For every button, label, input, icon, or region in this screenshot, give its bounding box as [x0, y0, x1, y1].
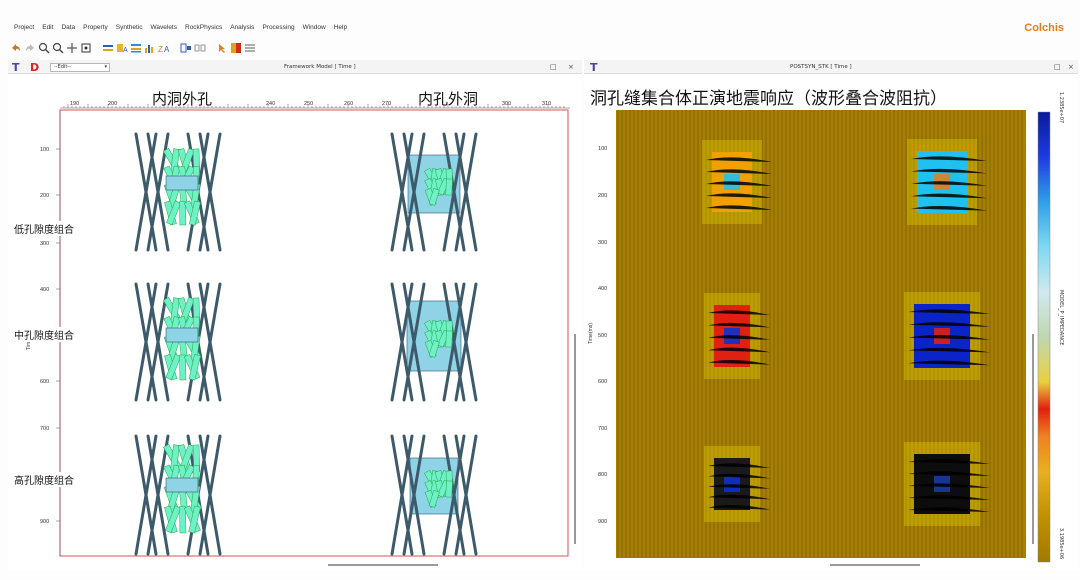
menu-synthetic[interactable]: Synthetic — [116, 24, 143, 31]
y-axis-label: Tim — [26, 342, 32, 350]
zoom-out-icon[interactable] — [52, 42, 64, 54]
menu-wavelets[interactable]: Wavelets — [151, 24, 178, 31]
tab-time[interactable]: T — [12, 61, 20, 74]
y-tick-label: 700 — [598, 426, 607, 432]
menu-items: Project Edit Data Property Synthetic Wavelets… — [14, 24, 347, 31]
undo-icon[interactable] — [10, 42, 22, 54]
seismic-section-plot[interactable]: 100 200 300 400 500 600 700 800 900 Time(ms) — [584, 74, 1078, 570]
split-view-icon[interactable] — [180, 42, 192, 54]
caption-inner-cave-outer-pore: 内洞外孔 — [152, 90, 213, 108]
y-tick-label: 900 — [598, 519, 607, 525]
svg-text:A: A — [164, 45, 170, 54]
left-vscroll[interactable] — [574, 334, 576, 544]
grid-icon[interactable] — [244, 42, 256, 54]
seismic-panel-header: T POSTSYN_STK [ Time ] □ × — [584, 60, 1078, 74]
impedance-anomaly — [904, 442, 990, 526]
left-hscroll[interactable] — [328, 564, 438, 566]
x-tick-label: 260 — [344, 101, 353, 107]
y-tick-label: 500 — [598, 333, 607, 339]
brand-logo: Colchis — [1024, 22, 1064, 34]
y-tick-label: 400 — [598, 286, 607, 292]
right-hscroll[interactable] — [830, 564, 920, 566]
menu-help[interactable]: Help — [334, 24, 347, 31]
x-tick-label: 240 — [266, 101, 275, 107]
menu-processing[interactable]: Processing — [262, 24, 294, 31]
impedance-anomaly — [904, 292, 990, 380]
y-tick-label: 600 — [598, 379, 607, 385]
x-tick-label: 300 — [502, 101, 511, 107]
svg-text:Z: Z — [158, 45, 163, 54]
fit-view-icon[interactable] — [80, 42, 92, 54]
x-tick-label: 190 — [70, 101, 79, 107]
row-label-high: 高孔隙度组合 — [14, 472, 74, 487]
menu-edit[interactable]: Edit — [42, 24, 53, 31]
svg-text:A: A — [123, 47, 128, 54]
zoom-in-icon[interactable] — [38, 42, 50, 54]
menu-project[interactable]: Project — [14, 24, 34, 31]
colorbar-bottom-value: 3.1985e+06 — [1058, 528, 1064, 560]
horizon-icon[interactable] — [102, 42, 114, 54]
framework-panel-header: T D --Edit-- ▾ Framework Model [ Time ] □… — [8, 60, 582, 74]
y-tick-label: 800 — [598, 472, 607, 478]
framework-model-plot[interactable]: 190 200 240 250 260 270 300 310 100 200 300 400 600… — [8, 74, 582, 570]
menu-bar: Project Edit Data Property Synthetic Wavelets… — [0, 20, 1080, 38]
menu-data[interactable]: Data — [61, 24, 75, 31]
x-tick-label: 310 — [542, 101, 551, 107]
layer-list-icon[interactable] — [130, 42, 142, 54]
y-axis-label: Time(ms) — [588, 323, 594, 344]
menu-property[interactable]: Property — [83, 24, 108, 31]
colorbar-top-value: 1.2385e+07 — [1058, 92, 1064, 124]
y-tick-label: 300 — [40, 241, 49, 247]
restore-icon-right[interactable]: □ — [1054, 63, 1061, 71]
menu-window[interactable]: Window — [303, 24, 326, 31]
y-tick-label: 200 — [40, 193, 49, 199]
edit-select[interactable]: --Edit-- ▾ — [50, 63, 110, 72]
y-tick-label: 900 — [40, 519, 49, 525]
impedance-anomaly — [907, 139, 987, 225]
menu-analysis[interactable]: Analysis — [230, 24, 254, 31]
right-vscroll[interactable] — [1032, 334, 1034, 544]
x-tick-label: 250 — [304, 101, 313, 107]
impedance-anomaly — [702, 140, 772, 224]
toolbar: A ZA — [10, 38, 256, 58]
x-tick-label: 200 — [108, 101, 117, 107]
link-view-icon[interactable] — [194, 42, 206, 54]
redo-icon[interactable] — [24, 42, 36, 54]
y-tick-label: 100 — [598, 146, 607, 152]
y-tick-label: 700 — [40, 426, 49, 432]
crosshair-icon[interactable] — [66, 42, 78, 54]
colorbar-label: MODEL_P_IMPEDANCE — [1058, 290, 1064, 346]
y-tick-label: 300 — [598, 240, 607, 246]
tab-depth[interactable]: D — [30, 61, 39, 74]
tab-time-right[interactable]: T — [590, 61, 598, 74]
seismic-figure-title: 洞孔缝集合体正演地震响应（波形叠合波阻抗） — [590, 89, 947, 109]
y-tick-label: 600 — [40, 379, 49, 385]
row-label-mid: 中孔隙度组合 — [14, 327, 74, 342]
app-window: Project Edit Data Property Synthetic Wavelets… — [0, 0, 1080, 580]
y-tick-label: 400 — [40, 287, 49, 293]
y-tick-label: 100 — [40, 147, 49, 153]
chevron-down-icon: ▾ — [104, 64, 107, 70]
caption-inner-pore-outer-cave: 内孔外洞 — [418, 90, 479, 108]
restore-icon[interactable]: □ — [550, 63, 557, 71]
framework-panel-title: Framework Model [ Time ] — [284, 64, 356, 70]
row-label-low: 低孔隙度组合 — [14, 221, 74, 236]
x-tick-label: 270 — [382, 101, 391, 107]
layer-a-icon[interactable]: A — [116, 42, 128, 54]
seismic-panel-title: POSTSYN_STK [ Time ] — [790, 64, 852, 70]
close-icon-right[interactable]: × — [1068, 63, 1074, 71]
sort-za-icon[interactable]: ZA — [158, 42, 170, 54]
menu-rockphysics[interactable]: RockPhysics — [185, 24, 222, 31]
close-icon[interactable]: × — [568, 63, 574, 71]
y-tick-label: 200 — [598, 193, 607, 199]
impedance-colorbar — [1037, 111, 1051, 563]
edit-select-value: --Edit-- — [54, 64, 71, 70]
pointer-tool-icon[interactable] — [216, 42, 228, 54]
bar-chart-icon[interactable] — [144, 42, 156, 54]
color-map-icon[interactable] — [230, 42, 242, 54]
